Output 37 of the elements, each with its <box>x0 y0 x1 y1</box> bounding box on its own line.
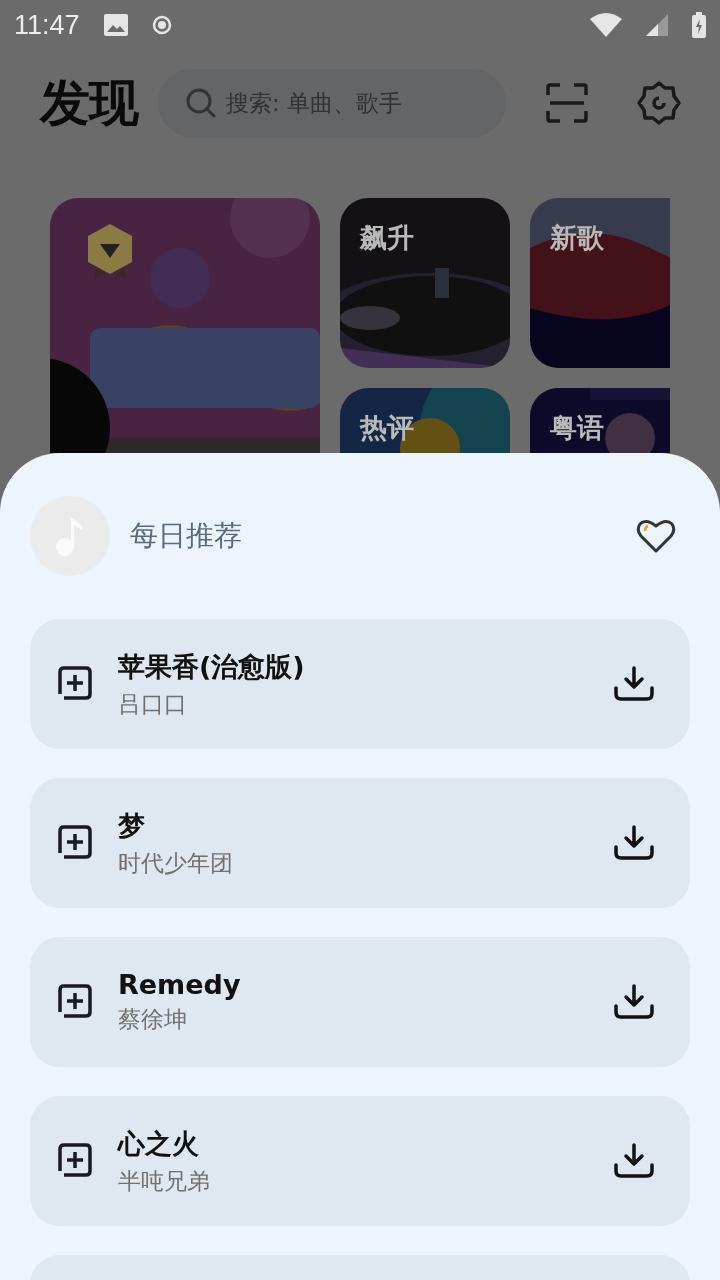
tile-label: 新歌 <box>550 221 604 255</box>
tile-label: 热评 <box>360 411 414 445</box>
song-card[interactable]: Remedy 蔡徐坤 <box>30 937 690 1067</box>
artist-name: 吕口口 <box>118 689 188 719</box>
tile-label: 粤语 <box>550 411 604 445</box>
wifi-icon <box>590 13 622 37</box>
song-card[interactable]: 心之火 半吨兄弟 <box>30 1096 690 1226</box>
category-tile[interactable]: 热评 <box>340 388 510 453</box>
download-button[interactable] <box>614 825 654 861</box>
heart-button[interactable] <box>636 518 676 554</box>
song-title: 心之火 <box>118 1126 200 1161</box>
sheet-title: 每日推荐 <box>130 518 243 554</box>
settings-button[interactable] <box>636 80 682 126</box>
signal-icon <box>646 14 668 36</box>
record-icon <box>151 15 172 35</box>
tile-label: 飙升 <box>360 221 414 255</box>
status-time: 11:47 <box>14 9 80 41</box>
song-title: Remedy <box>118 969 242 1000</box>
category-tile[interactable]: 飙升 <box>340 198 510 368</box>
download-button[interactable] <box>614 984 654 1020</box>
download-button[interactable] <box>614 1143 654 1179</box>
category-tile[interactable]: 新歌 <box>530 198 670 368</box>
artist-name: 时代少年团 <box>118 848 234 878</box>
artist-name: 蔡徐坤 <box>118 1005 188 1034</box>
battery-icon <box>692 12 706 38</box>
song-title: 苹果香(治愈版) <box>118 649 306 684</box>
category-tile[interactable]: 粤语 <box>530 388 670 453</box>
search-icon <box>186 88 216 118</box>
download-button[interactable] <box>614 666 654 702</box>
scan-button[interactable] <box>546 83 588 123</box>
song-card[interactable]: 梦 时代少年团 <box>30 778 690 908</box>
song-title: 梦 <box>118 808 146 843</box>
artist-name: 半吨兄弟 <box>118 1166 211 1196</box>
page-title: 发现 <box>40 72 138 134</box>
image-icon <box>103 14 128 36</box>
diamond-badge-icon <box>86 224 134 280</box>
song-card[interactable]: 苹果香(治愈版) 吕口口 <box>30 619 690 749</box>
